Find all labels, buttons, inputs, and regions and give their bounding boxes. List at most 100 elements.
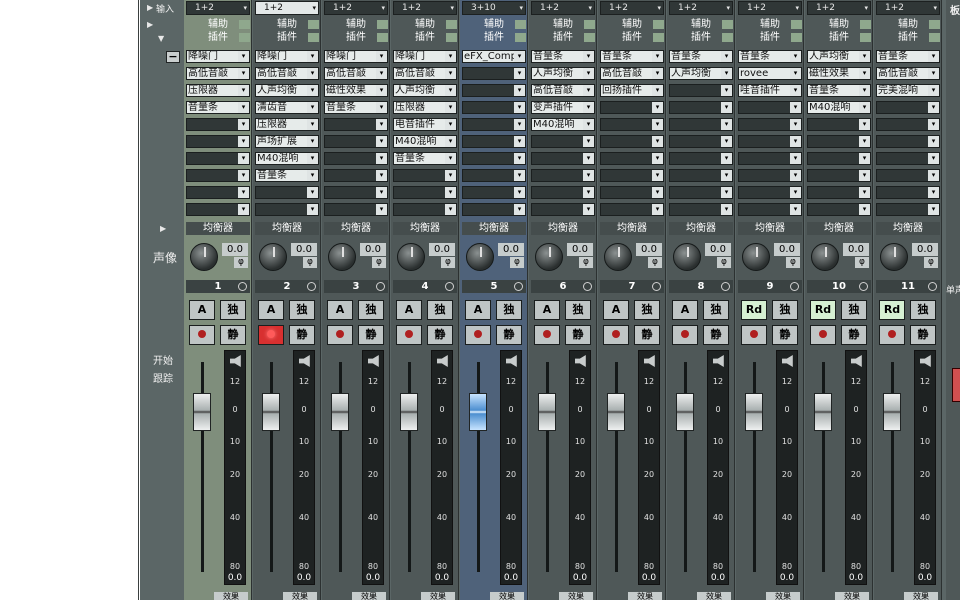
track-number[interactable]: 1 [186,280,250,293]
pan-value[interactable]: 0.0 [705,243,731,256]
pan-value[interactable]: 0.0 [429,243,455,256]
dropdown-arrow-icon[interactable]: ▾ [376,204,387,215]
dropdown-arrow-icon[interactable]: ▾ [514,187,525,198]
dropdown-arrow-icon[interactable]: ▾ [652,187,663,198]
plugin-toggle[interactable] [860,33,871,42]
plugin-header[interactable]: 插件 [324,32,388,43]
record-arm-button[interactable] [465,325,491,345]
output-select[interactable]: 效果 [214,592,248,600]
solo-button[interactable]: 独 [427,300,453,320]
dropdown-arrow-icon[interactable]: ▾ [238,153,249,164]
speaker-icon[interactable] [575,355,586,367]
dropdown-arrow-icon[interactable]: ▾ [307,170,318,181]
dropdown-arrow-icon[interactable]: ▾ [445,119,456,130]
insert-slot[interactable]: ▾ [462,118,526,131]
dropdown-arrow-icon[interactable]: ▾ [859,102,870,113]
insert-slot[interactable]: ▾ [807,186,871,199]
phase-icon[interactable]: φ [579,257,593,268]
insert-slot[interactable]: ▾ [462,67,526,80]
output-select[interactable]: 效果 [421,592,455,600]
aux-toggle[interactable] [377,20,388,29]
dropdown-arrow-icon[interactable]: ▾ [307,204,318,215]
plugin-header[interactable]: 插件 [669,32,733,43]
automation-button[interactable]: A [258,300,284,320]
dropdown-arrow-icon[interactable]: ▾ [514,136,525,147]
link-ring-icon[interactable] [652,282,661,291]
plugin-header[interactable]: 插件 [807,32,871,43]
aux-header[interactable]: 辅助 [669,19,733,30]
insert-slot[interactable]: ▾ [600,135,664,148]
link-ring-icon[interactable] [790,282,799,291]
link-ring-icon[interactable] [583,282,592,291]
dropdown-arrow-icon[interactable]: ▾ [583,204,594,215]
dropdown-arrow-icon[interactable]: ▾ [514,102,525,113]
aux-toggle[interactable] [515,20,526,29]
insert-slot[interactable]: ▾ [255,203,319,216]
insert-slot[interactable]: ▾ [462,84,526,97]
insert-slot[interactable]: 音量条 ▾ [669,50,733,63]
pan-knob[interactable] [466,243,494,271]
pan-knob[interactable] [535,243,563,271]
insert-slot[interactable]: ▾ [531,135,595,148]
plugin-header[interactable]: 插件 [255,32,319,43]
insert-slot[interactable]: 高低音敲 ▾ [186,67,250,80]
insert-slot[interactable]: ▾ [393,203,457,216]
dropdown-arrow-icon[interactable]: ▾ [652,51,663,62]
insert-slot[interactable]: ▾ [738,152,802,165]
insert-slot[interactable]: 电音插件 ▾ [393,118,457,131]
plugin-toggle[interactable] [653,33,664,42]
record-arm-button[interactable] [603,325,629,345]
input-select[interactable]: 1+2 ▾ [738,1,802,15]
mute-button[interactable]: 静 [910,325,936,345]
pan-knob[interactable] [880,243,908,271]
insert-slot[interactable]: 音量条 ▾ [255,169,319,182]
dropdown-arrow-icon[interactable]: ▾ [859,153,870,164]
insert-slot[interactable]: ▾ [876,152,940,165]
dropdown-arrow-icon[interactable]: ▾ [652,136,663,147]
mute-button[interactable]: 静 [220,325,246,345]
insert-slot[interactable]: ▾ [738,101,802,114]
dropdown-arrow-icon[interactable]: ▾ [859,51,870,62]
dropdown-arrow-icon[interactable]: ▾ [376,119,387,130]
link-ring-icon[interactable] [445,282,454,291]
mute-button[interactable]: 静 [772,325,798,345]
dropdown-arrow-icon[interactable]: ▾ [721,204,732,215]
dropdown-arrow-icon[interactable]: ▾ [514,119,525,130]
volume-fader[interactable] [193,393,211,431]
speaker-icon[interactable] [368,355,379,367]
insert-slot[interactable]: 高低音敲 ▾ [876,67,940,80]
dropdown-arrow-icon[interactable]: ▾ [238,136,249,147]
dropdown-arrow-icon[interactable]: ▾ [721,136,732,147]
input-select[interactable]: 1+2 ▾ [393,1,457,15]
track-number[interactable]: 5 [462,280,526,293]
track-number[interactable]: 7 [600,280,664,293]
insert-slot[interactable]: ▾ [738,169,802,182]
insert-slot[interactable]: rovee ▾ [738,67,802,80]
dropdown-arrow-icon[interactable]: ▾ [445,170,456,181]
pan-value[interactable]: 0.0 [360,243,386,256]
collapse-plugin-icon[interactable]: ▼ [158,34,164,44]
dropdown-arrow-icon[interactable]: ▾ [790,119,801,130]
volume-fader[interactable] [814,393,832,431]
record-arm-button[interactable] [534,325,560,345]
insert-slot[interactable]: ▾ [393,186,457,199]
eq-header[interactable]: 均衡器 [669,222,733,235]
speaker-icon[interactable] [299,355,310,367]
eq-header[interactable]: 均衡器 [738,222,802,235]
aux-header[interactable]: 辅助 [324,19,388,30]
dropdown-arrow-icon[interactable]: ▾ [859,204,870,215]
insert-slot[interactable]: 高低音敲 ▾ [600,67,664,80]
dropdown-arrow-icon[interactable]: ▾ [514,68,525,79]
insert-slot[interactable]: 磁性效果 ▾ [324,84,388,97]
insert-slot[interactable]: 音量条 ▾ [186,101,250,114]
solo-button[interactable]: 独 [841,300,867,320]
speaker-icon[interactable] [437,355,448,367]
dropdown-arrow-icon[interactable]: ▾ [859,136,870,147]
speaker-icon[interactable] [851,355,862,367]
link-ring-icon[interactable] [721,282,730,291]
insert-slot[interactable]: ▾ [531,186,595,199]
plugin-header[interactable]: 插件 [531,32,595,43]
phase-icon[interactable]: φ [717,257,731,268]
dropdown-arrow-icon[interactable]: ▾ [790,170,801,181]
dropdown-arrow-icon[interactable]: ▾ [307,102,318,113]
